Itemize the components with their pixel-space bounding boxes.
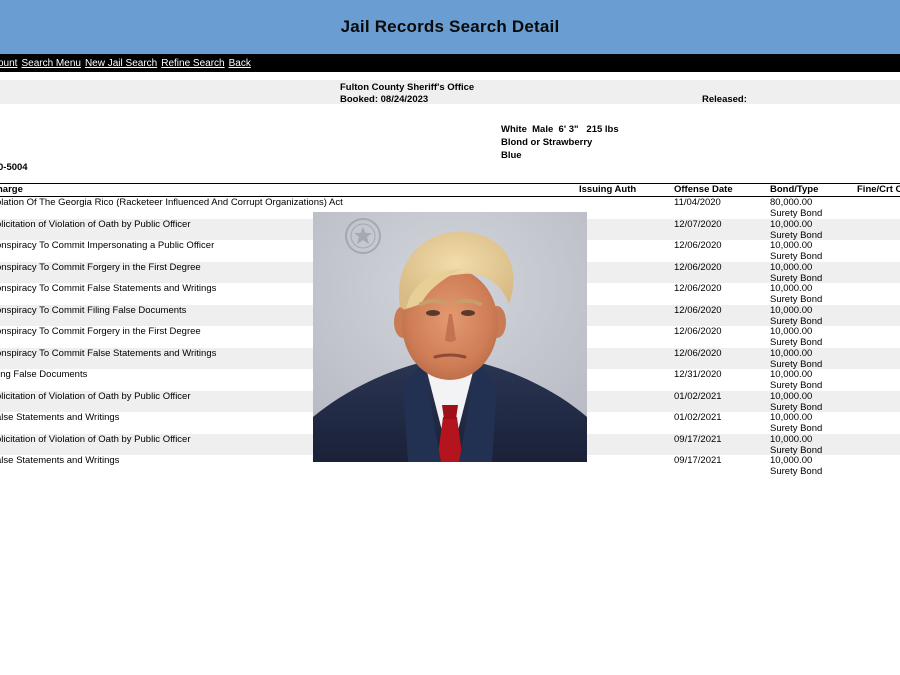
released-label: Released: (702, 94, 747, 105)
column-issuing-auth: Issuing Auth (579, 184, 637, 195)
charge-cell: olicitation of Violation of Oath by Publ… (0, 218, 191, 230)
offense-date-cell: 11/04/2020 (674, 197, 721, 208)
bond-amount-cell: 10,000.00 (770, 412, 813, 423)
case-id-fragment: 0-5004 (0, 162, 28, 173)
page-header: Jail Records Search Detail (0, 0, 900, 54)
offense-date-cell: 12/06/2020 (674, 261, 722, 273)
nav-link-back[interactable]: Back (229, 58, 251, 69)
charge-cell: onspiracy To Commit False Statements and… (0, 283, 217, 294)
bond-amount-cell: 10,000.00 (770, 390, 813, 402)
offense-date-cell: 12/06/2020 (674, 240, 722, 251)
bond-amount-cell: 10,000.00 (770, 261, 813, 273)
offense-date-cell: 12/31/2020 (674, 369, 722, 380)
bond-amount-cell: 10,000.00 (770, 455, 813, 466)
charges-table-header: harge Issuing Auth Offense Date Bond/Typ… (0, 183, 900, 197)
bond-amount-cell: 80,000.00 (770, 197, 813, 208)
nav-bar: count Search Menu New Jail Search Refine… (0, 54, 900, 72)
charge-cell: onspiracy To Commit False Statements and… (0, 347, 217, 359)
offense-date-cell: 01/02/2021 (674, 412, 722, 423)
bond-amount-cell: 10,000.00 (770, 347, 813, 359)
offense-date-cell: 12/06/2020 (674, 326, 722, 337)
bond-amount-cell: 10,000.00 (770, 240, 813, 251)
charge-cell: onspiracy To Commit Filing False Documen… (0, 304, 187, 316)
eye-color: Blue (501, 150, 522, 161)
column-offense-date: Offense Date (674, 184, 733, 195)
bond-type-cell: Surety Bond (770, 423, 823, 434)
bond-type-cell: Surety Bond (770, 466, 823, 477)
bond-type-cell: Surety Bond (770, 444, 823, 456)
offense-date-cell: 01/02/2021 (674, 390, 722, 402)
offense-date-cell: 12/06/2020 (674, 283, 722, 294)
nav-link-search-menu[interactable]: Search Menu (21, 58, 80, 69)
charge-cell: onspiracy To Commit Forgery in the First… (0, 326, 201, 337)
charge-cell: olicitation of Violation of Oath by Publ… (0, 390, 191, 402)
nav-link-new-jail-search[interactable]: New Jail Search (85, 58, 157, 69)
hair-color: Blond or Strawberry (501, 137, 593, 148)
charge-cell: onspiracy To Commit Impersonating a Publ… (0, 240, 215, 251)
bond-type-cell: Surety Bond (770, 251, 823, 262)
offense-date-cell: 12/06/2020 (674, 304, 722, 316)
nav-link-account[interactable]: count (0, 58, 17, 69)
bond-type-cell: Surety Bond (770, 208, 823, 219)
offense-date-cell: 09/17/2021 (674, 455, 722, 466)
bond-amount-cell: 10,000.00 (770, 369, 813, 380)
column-charge: harge (0, 184, 23, 195)
booked-date: Booked: 08/24/2023 (340, 94, 429, 105)
offense-date-cell: 09/17/2021 (674, 433, 722, 445)
charge-cell: onspiracy To Commit Forgery in the First… (0, 261, 201, 273)
charge-cell: olicitation of Violation of Oath by Publ… (0, 433, 191, 445)
bond-type-cell: Surety Bond (770, 337, 823, 348)
offense-date-cell: 12/06/2020 (674, 347, 722, 359)
bond-type-cell: Surety Bond (770, 315, 823, 327)
physical-description: White Male 6' 3" 215 lbs (501, 124, 619, 135)
agency-name: Fulton County Sheriff's Office (340, 82, 475, 93)
column-bond-type: Bond/Type (770, 184, 819, 195)
bond-amount-cell: 10,000.00 (770, 218, 813, 230)
booking-photo (313, 212, 587, 462)
charge-cell: olation Of The Georgia Rico (Racketeer I… (0, 197, 343, 208)
bond-amount-cell: 10,000.00 (770, 304, 813, 316)
bond-type-cell: Surety Bond (770, 380, 823, 391)
bond-type-cell: Surety Bond (770, 272, 823, 284)
bond-amount-cell: 10,000.00 (770, 433, 813, 445)
booking-photo-image (313, 212, 587, 462)
bond-type-cell: Surety Bond (770, 401, 823, 413)
bond-amount-cell: 10,000.00 (770, 326, 813, 337)
offense-date-cell: 12/07/2020 (674, 218, 722, 230)
column-fine: Fine/Crt C (857, 184, 900, 195)
bond-type-cell: Surety Bond (770, 229, 823, 241)
page-title: Jail Records Search Detail (340, 17, 560, 36)
charge-cell: ling False Documents (0, 369, 88, 380)
nav-link-refine-search[interactable]: Refine Search (161, 58, 224, 69)
charge-cell: alse Statements and Writings (0, 455, 120, 466)
bond-amount-cell: 10,000.00 (770, 283, 813, 294)
bond-type-cell: Surety Bond (770, 358, 823, 370)
bond-type-cell: Surety Bond (770, 294, 823, 305)
charge-cell: alse Statements and Writings (0, 412, 120, 423)
